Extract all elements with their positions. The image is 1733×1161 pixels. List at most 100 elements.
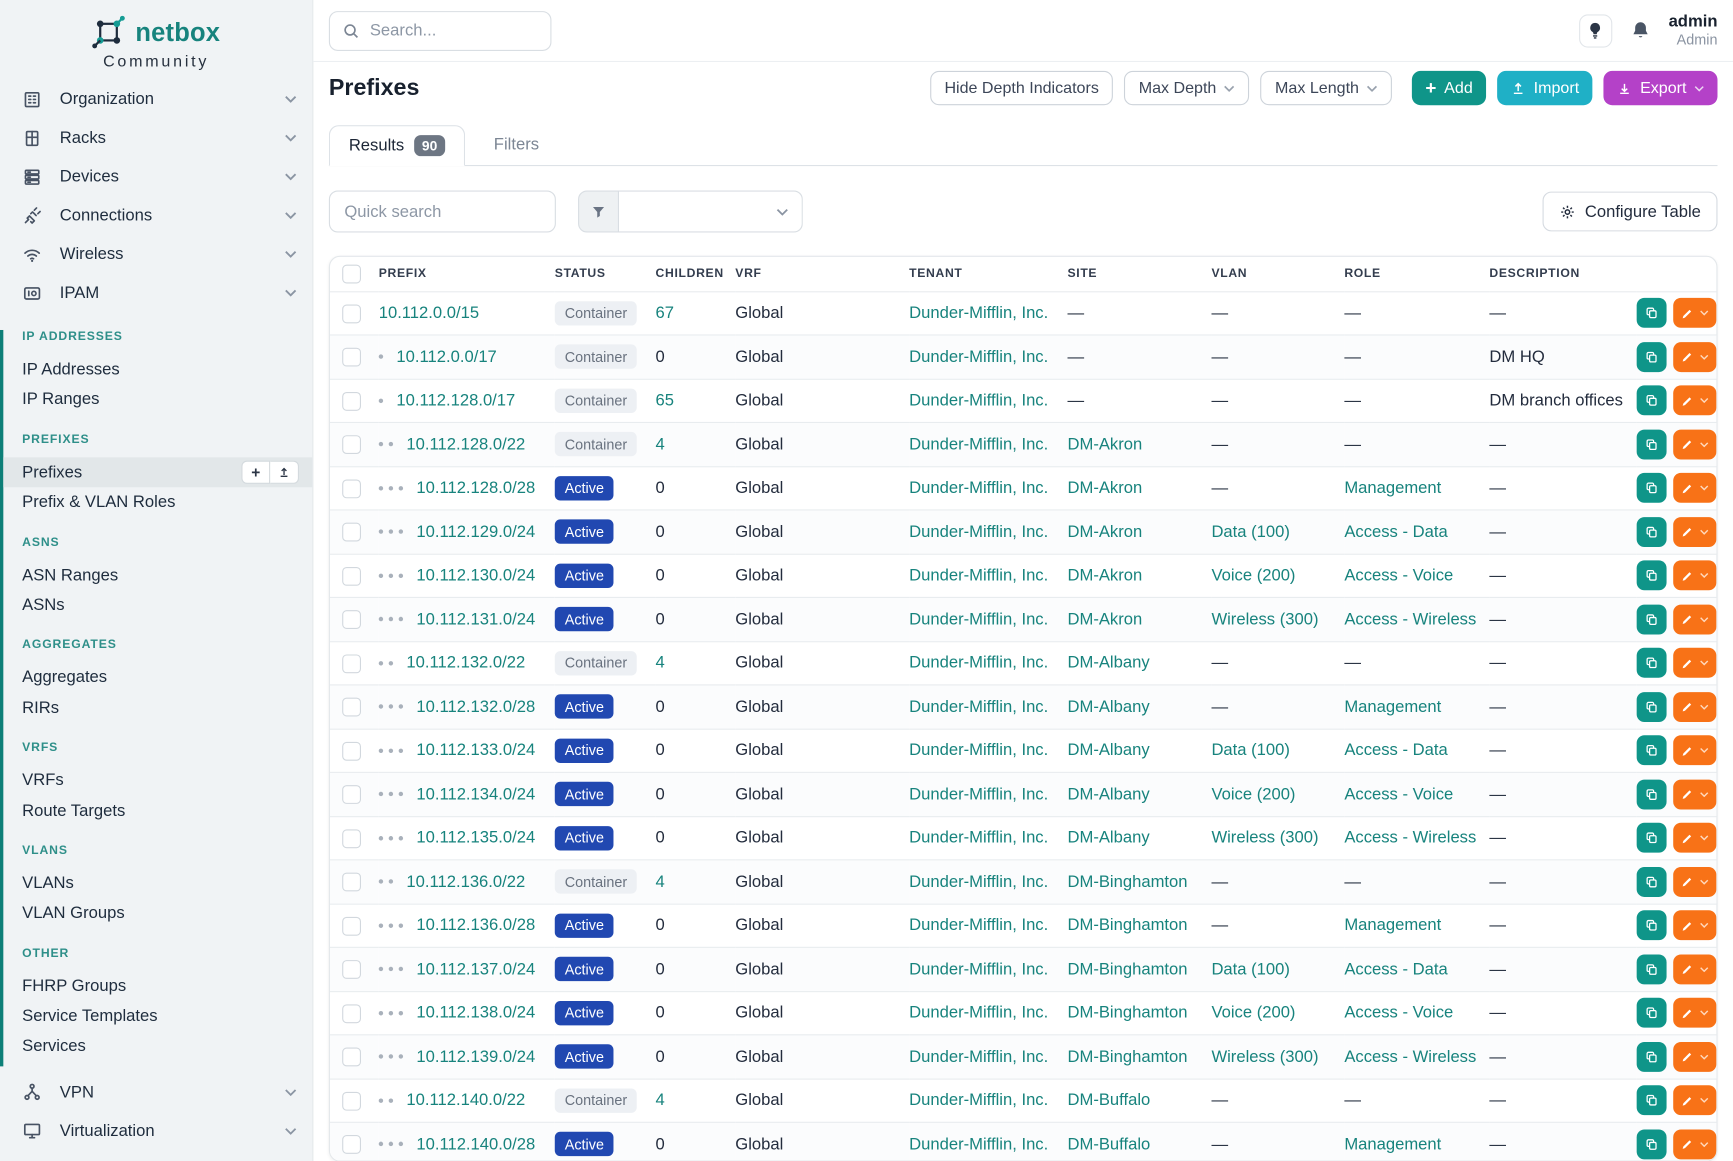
site-link[interactable]: DM-Akron: [1067, 522, 1142, 541]
row-checkbox[interactable]: [342, 785, 361, 804]
vlan-link[interactable]: Data (100): [1211, 522, 1289, 541]
row-checkbox[interactable]: [342, 566, 361, 585]
copy-button[interactable]: [1637, 604, 1667, 634]
copy-button[interactable]: [1637, 517, 1667, 547]
column-header-description[interactable]: DESCRIPTION: [1489, 257, 1636, 291]
edit-dropdown-button[interactable]: [1673, 998, 1716, 1028]
edit-dropdown-button[interactable]: [1673, 736, 1716, 766]
sidebar-item-fhrp-groups[interactable]: FHRP Groups: [3, 971, 312, 1001]
edit-dropdown-button[interactable]: [1673, 429, 1716, 459]
edit-dropdown-button[interactable]: [1673, 1042, 1716, 1072]
row-checkbox[interactable]: [342, 391, 361, 410]
saved-filter-select[interactable]: [619, 190, 803, 232]
prefix-link[interactable]: 10.112.140.0/28: [416, 1135, 535, 1154]
tenant-link[interactable]: Dunder-Mifflin, Inc.: [909, 829, 1048, 848]
role-link[interactable]: Access - Voice: [1344, 1004, 1453, 1023]
sidebar-item-connections[interactable]: Connections: [0, 196, 312, 235]
global-search[interactable]: [329, 11, 552, 51]
site-link[interactable]: DM-Akron: [1067, 566, 1142, 585]
sidebar-item-vlan-groups[interactable]: VLAN Groups: [3, 898, 312, 928]
role-link[interactable]: Access - Wireless: [1344, 829, 1476, 848]
edit-dropdown-button[interactable]: [1673, 867, 1716, 897]
tenant-link[interactable]: Dunder-Mifflin, Inc.: [909, 435, 1048, 454]
copy-button[interactable]: [1637, 954, 1667, 984]
prefix-link[interactable]: 10.112.0.0/15: [379, 304, 479, 323]
tenant-link[interactable]: Dunder-Mifflin, Inc.: [909, 1091, 1048, 1110]
role-link[interactable]: Access - Data: [1344, 741, 1447, 760]
sidebar-item-devices[interactable]: Devices: [0, 157, 312, 196]
column-header-status[interactable]: STATUS: [555, 257, 656, 291]
site-link[interactable]: DM-Akron: [1067, 479, 1142, 498]
tab-filters[interactable]: Filters: [465, 126, 541, 165]
vlan-link[interactable]: Wireless (300): [1211, 610, 1318, 629]
site-link[interactable]: DM-Binghamton: [1067, 1004, 1187, 1023]
sidebar-item-service-templates[interactable]: Service Templates: [3, 1001, 312, 1031]
row-checkbox[interactable]: [342, 1004, 361, 1023]
column-header-prefix[interactable]: PREFIX: [379, 257, 555, 291]
role-link[interactable]: Access - Data: [1344, 960, 1447, 979]
quick-search-input[interactable]: [329, 190, 556, 232]
tenant-link[interactable]: Dunder-Mifflin, Inc.: [909, 522, 1048, 541]
copy-button[interactable]: [1637, 561, 1667, 591]
row-checkbox[interactable]: [342, 610, 361, 629]
role-link[interactable]: Access - Voice: [1344, 785, 1453, 804]
role-link[interactable]: Management: [1344, 1135, 1441, 1154]
role-link[interactable]: Management: [1344, 479, 1441, 498]
role-link[interactable]: Access - Voice: [1344, 566, 1453, 585]
select-all-checkbox[interactable]: [342, 264, 361, 283]
column-header-vrf[interactable]: VRF: [735, 257, 909, 291]
role-link[interactable]: Management: [1344, 916, 1441, 935]
column-header-tenant[interactable]: TENANT: [909, 257, 1067, 291]
tenant-link[interactable]: Dunder-Mifflin, Inc.: [909, 391, 1048, 410]
edit-dropdown-button[interactable]: [1673, 1129, 1716, 1159]
sidebar-item-circuits[interactable]: Circuits: [0, 1150, 312, 1161]
row-checkbox[interactable]: [342, 873, 361, 892]
copy-button[interactable]: [1637, 342, 1667, 372]
children-count-link[interactable]: 4: [656, 435, 665, 454]
tenant-link[interactable]: Dunder-Mifflin, Inc.: [909, 741, 1048, 760]
sidebar-item-racks[interactable]: Racks: [0, 118, 312, 157]
copy-button[interactable]: [1637, 779, 1667, 809]
copy-button[interactable]: [1637, 692, 1667, 722]
prefix-link[interactable]: 10.112.138.0/24: [416, 1004, 535, 1023]
prefix-link[interactable]: 10.112.129.0/24: [416, 522, 535, 541]
edit-dropdown-button[interactable]: [1673, 911, 1716, 941]
tenant-link[interactable]: Dunder-Mifflin, Inc.: [909, 610, 1048, 629]
children-count-link[interactable]: 65: [656, 391, 674, 410]
site-link[interactable]: DM-Albany: [1067, 697, 1149, 716]
column-header-children[interactable]: CHILDREN: [656, 257, 736, 291]
row-checkbox[interactable]: [342, 829, 361, 848]
tenant-link[interactable]: Dunder-Mifflin, Inc.: [909, 566, 1048, 585]
edit-dropdown-button[interactable]: [1673, 604, 1716, 634]
row-checkbox[interactable]: [342, 1135, 361, 1154]
prefix-link[interactable]: 10.112.136.0/28: [416, 916, 535, 935]
site-link[interactable]: DM-Binghamton: [1067, 916, 1187, 935]
children-count-link[interactable]: 4: [656, 1091, 665, 1110]
row-checkbox[interactable]: [342, 960, 361, 979]
import-button[interactable]: Import: [1497, 71, 1592, 105]
site-link[interactable]: DM-Binghamton: [1067, 1047, 1187, 1066]
site-link[interactable]: DM-Akron: [1067, 610, 1142, 629]
add-button[interactable]: + Add: [1412, 71, 1486, 105]
edit-dropdown-button[interactable]: [1673, 823, 1716, 853]
tenant-link[interactable]: Dunder-Mifflin, Inc.: [909, 347, 1048, 366]
sidebar-item-rirs[interactable]: RIRs: [3, 693, 312, 723]
row-checkbox[interactable]: [342, 348, 361, 367]
copy-button[interactable]: [1637, 386, 1667, 416]
role-link[interactable]: Access - Wireless: [1344, 610, 1476, 629]
tenant-link[interactable]: Dunder-Mifflin, Inc.: [909, 1004, 1048, 1023]
copy-button[interactable]: [1637, 298, 1667, 328]
row-checkbox[interactable]: [342, 304, 361, 323]
vlan-link[interactable]: Wireless (300): [1211, 1047, 1318, 1066]
quick-add-button[interactable]: +: [241, 461, 270, 484]
prefix-link[interactable]: 10.112.131.0/24: [416, 610, 535, 629]
prefix-link[interactable]: 10.112.132.0/28: [416, 697, 535, 716]
children-count-link[interactable]: 4: [656, 872, 665, 891]
sidebar-item-aggregates[interactable]: Aggregates: [3, 663, 312, 693]
tenant-link[interactable]: Dunder-Mifflin, Inc.: [909, 697, 1048, 716]
copy-button[interactable]: [1637, 429, 1667, 459]
hide-depth-indicators-button[interactable]: Hide Depth Indicators: [930, 71, 1113, 105]
vlan-link[interactable]: Wireless (300): [1211, 829, 1318, 848]
tenant-link[interactable]: Dunder-Mifflin, Inc.: [909, 916, 1048, 935]
edit-dropdown-button[interactable]: [1673, 954, 1716, 984]
